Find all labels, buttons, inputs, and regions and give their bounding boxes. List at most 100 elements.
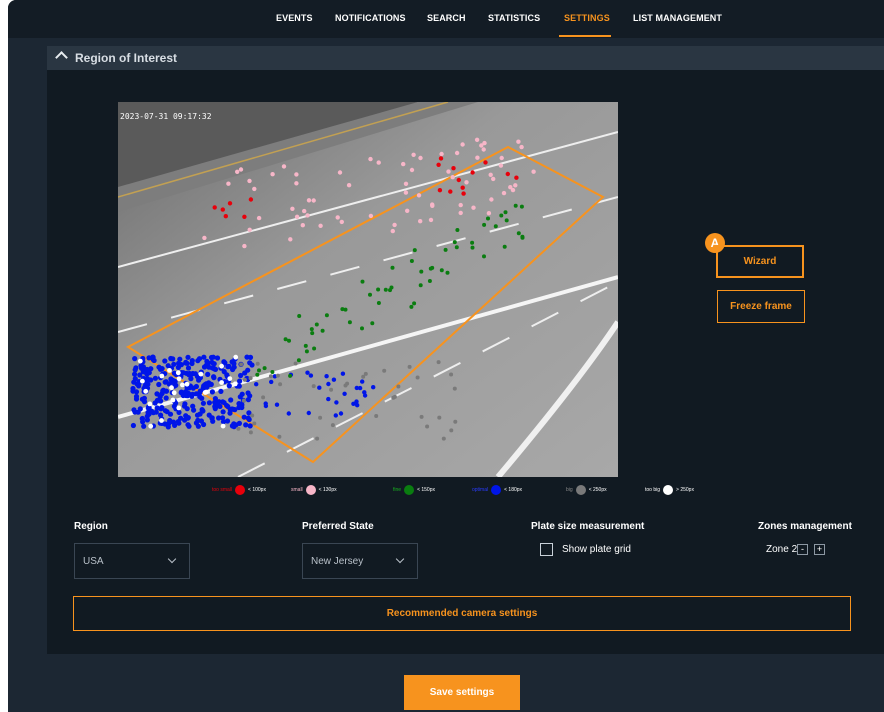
detection-dot [138, 363, 144, 369]
section-title: Region of Interest [75, 51, 178, 65]
detection-dot [288, 237, 293, 242]
detection-dot [202, 235, 207, 241]
detection-dot [195, 358, 201, 364]
detection-dot [255, 372, 260, 377]
region-of-interest-header[interactable]: Region of Interest [47, 46, 884, 70]
detection-dot [489, 197, 494, 202]
nav-statistics[interactable]: STATISTICS [488, 13, 540, 23]
detection-dot [203, 389, 209, 395]
detection-dot [390, 228, 395, 234]
detection-dot [452, 240, 457, 245]
detection-dot [247, 178, 252, 184]
detection-dot [263, 403, 269, 409]
detection-dot [198, 371, 204, 377]
detection-dot [342, 391, 347, 396]
detection-dot [226, 363, 232, 369]
detection-dot [501, 190, 507, 196]
detection-dot [237, 378, 243, 384]
detection-dot [152, 375, 158, 381]
detection-dot [310, 331, 315, 336]
detection-dot [475, 155, 480, 160]
region-select[interactable]: USA [74, 543, 190, 579]
detection-dot [239, 404, 245, 411]
detection-dot [409, 167, 415, 173]
nav-search[interactable]: SEARCH [427, 13, 466, 23]
detection-dot [139, 416, 145, 422]
detection-dot [383, 287, 388, 292]
camera-view[interactable]: 2023-07-31 09:17:32 [118, 102, 618, 477]
detection-dot [502, 244, 507, 249]
detection-dot [220, 207, 225, 212]
detection-dot [247, 354, 254, 360]
detection-dot [288, 373, 293, 378]
chevron-down-icon [167, 554, 177, 564]
detection-dot [211, 375, 217, 381]
chevron-up-icon[interactable] [55, 51, 68, 64]
detection-dot [228, 397, 234, 403]
detection-dot [209, 389, 215, 395]
nav-list-management[interactable]: LIST MANAGEMENT [633, 13, 722, 23]
detection-dot [396, 384, 401, 389]
detection-dot [499, 155, 504, 161]
detection-dot [531, 169, 536, 174]
detection-dot [169, 385, 174, 391]
detection-dot [220, 409, 226, 415]
detection-dot [247, 360, 253, 366]
legend-dot [491, 485, 502, 495]
legend-dot [663, 485, 674, 495]
zone-minus-button[interactable]: - [797, 544, 808, 555]
detection-dot [245, 390, 251, 396]
show-plate-grid-label[interactable]: Show plate grid [562, 544, 631, 555]
detection-dot [471, 205, 476, 210]
detection-dot [461, 191, 466, 196]
wizard-button[interactable]: Wizard [716, 245, 804, 278]
detection-dot [409, 259, 414, 263]
detection-dot [256, 215, 262, 221]
detection-dot [132, 376, 138, 382]
detection-dot [227, 376, 233, 381]
preferred-state-select[interactable]: New Jersey [302, 543, 418, 579]
detection-dot [340, 307, 345, 312]
freeze-frame-button[interactable]: Freeze frame [717, 290, 805, 323]
detection-dot [306, 410, 311, 416]
recommended-camera-settings-button[interactable]: Recommended camera settings [73, 596, 851, 631]
detection-dot [486, 216, 490, 221]
detection-dot [231, 421, 237, 427]
legend-fine: fine < 150px [393, 484, 435, 496]
detection-dot [314, 322, 319, 327]
detection-dot [360, 379, 365, 384]
detection-dot [219, 380, 224, 385]
detection-dot [493, 224, 498, 229]
save-settings-button[interactable]: Save settings [404, 675, 520, 710]
detection-dot [173, 382, 179, 388]
detection-dot [159, 418, 164, 423]
detection-dot [513, 183, 518, 188]
detection-dot [180, 382, 185, 388]
show-plate-grid-checkbox[interactable] [540, 543, 553, 556]
detection-dot [300, 223, 305, 228]
camera-timestamp: 2023-07-31 09:17:32 [120, 112, 212, 121]
detection-dot [482, 222, 487, 227]
detection-dot [308, 373, 314, 378]
detection-dot [333, 413, 338, 418]
detection-dot [324, 313, 329, 318]
detection-dot [486, 211, 492, 216]
legend-dot [305, 485, 316, 495]
detection-dot [407, 364, 412, 369]
detection-dot [445, 270, 450, 275]
detection-dot [309, 327, 314, 332]
detection-dot [268, 374, 273, 379]
detection-dot [290, 206, 295, 211]
nav-events[interactable]: EVENTS [276, 13, 313, 23]
zone-plus-button[interactable]: + [814, 544, 825, 555]
detection-dot [189, 360, 195, 367]
legend-size: < 180px [504, 487, 523, 493]
nav-notifications[interactable]: NOTIFICATIONS [335, 13, 406, 23]
detection-dot [247, 227, 252, 232]
detection-dot [491, 176, 496, 182]
detection-dot [405, 208, 410, 213]
nav-settings[interactable]: SETTINGS [564, 13, 610, 23]
detection-dot [293, 361, 298, 366]
detection-dot [144, 366, 150, 373]
detection-dot [226, 181, 231, 186]
